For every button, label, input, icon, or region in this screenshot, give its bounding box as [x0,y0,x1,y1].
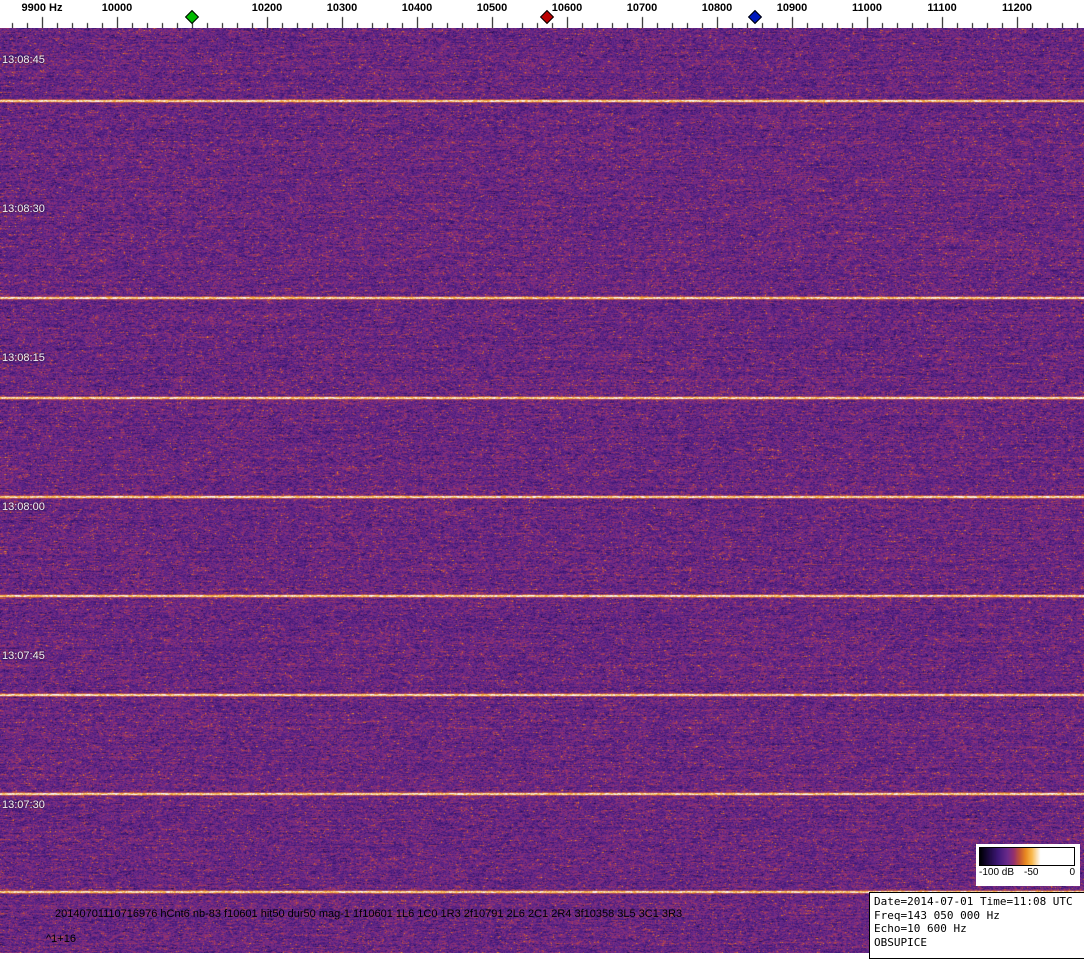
freq-tick-label: 10600 [551,2,583,14]
legend-max-label: 0 [1069,867,1075,878]
info-echo: Echo=10 600 Hz [874,922,967,935]
freq-tick-label: 10800 [701,2,733,14]
freq-tick-label: 11000 [852,2,882,14]
freq-tick-label: 10200 [251,2,283,14]
freq-tick-label: 10900 [776,2,808,14]
time-tick-label: 13:07:30 [2,799,45,811]
freq-tick-label: 10400 [401,2,433,14]
detection-annotation: 20140701110716976 hCnt6 nb-83 f10601 hit… [55,908,683,920]
info-date-time: Date=2014-07-01 Time=11:08 UTC [874,895,1073,908]
counter-annotation: ^1+16 [46,933,76,945]
color-scale-gradient [979,847,1075,866]
observation-info-box: Date=2014-07-01 Time=11:08 UTC Freq=143 … [869,892,1084,959]
freq-tick-label: 10000 [101,2,133,14]
spectrogram-canvas[interactable] [0,28,1084,953]
time-tick-label: 13:08:15 [2,352,45,364]
freq-tick-label: 10300 [326,2,358,14]
time-tick-label: 13:08:00 [2,501,45,513]
legend-mid-label: -50 [1024,867,1039,878]
time-tick-label: 13:08:45 [2,54,45,66]
time-tick-label: 13:08:30 [2,203,45,215]
freq-tick-label: 10500 [476,2,508,14]
time-tick-label: 13:07:45 [2,650,45,662]
info-frequency: Freq=143 050 000 Hz [874,908,1000,922]
freq-tick-label: 10700 [626,2,658,14]
freq-tick-label: 11100 [927,2,957,14]
legend-min-label: -100 dB [979,867,1015,878]
color-scale-legend: -100 dB -50 0 [976,844,1080,886]
frequency-axis: 9900 Hz 10000 10200 10300 10400 10500 10600 107… [0,0,1084,28]
info-station: OBSUPICE [874,935,927,949]
meteor-spectrogram-page: 9900 Hz 10000 10200 10300 10400 10500 10600 107… [0,0,1084,959]
freq-tick-label: 9900 Hz [21,2,63,14]
freq-tick-label: 11200 [1002,2,1032,14]
